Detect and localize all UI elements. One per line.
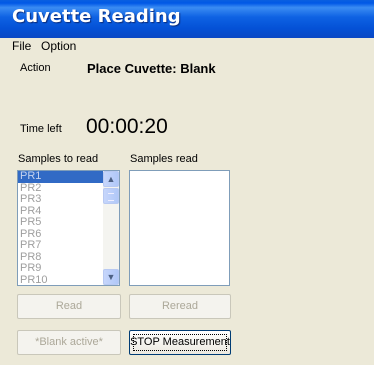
time-left-value: 00:00:20 [86,115,168,138]
list-item[interactable]: PR10 [18,274,104,285]
time-left-label: Time left [20,123,62,135]
read-button[interactable]: Read [17,294,121,319]
stop-measurement-button[interactable]: STOP Measurement [129,330,231,355]
arrow-down-icon[interactable]: ▼ [103,269,119,285]
window-title: Cuvette Reading [12,6,181,27]
blank-active-button[interactable]: *Blank active* [17,330,121,355]
menu-option[interactable]: Option [41,39,76,53]
cuvette-reading-window: Cuvette Reading File Option Action Place… [0,0,374,365]
arrow-up-icon[interactable]: ▲ [103,171,119,187]
samples-read-label: Samples read [130,153,198,165]
samples-read-list[interactable] [129,170,230,286]
focus-ring [133,334,227,351]
title-bar[interactable]: Cuvette Reading [0,0,374,38]
menu-file[interactable]: File [12,39,31,53]
menu-bar: File Option [0,38,374,54]
list-item[interactable]: PR1 [18,171,104,183]
reread-button[interactable]: Reread [129,294,231,319]
list-item[interactable]: PR7 [18,239,104,252]
action-label: Action [20,62,51,74]
list-item[interactable]: PR3 [18,193,104,206]
samples-to-read-scrollbar[interactable]: ▲ ▼ [103,171,119,285]
list-item[interactable]: PR9 [18,262,104,275]
samples-to-read-label: Samples to read [18,153,99,165]
samples-to-read-list[interactable]: PR1 PR2 PR3 PR4 PR5 PR6 PR7 PR8 PR9 PR10… [17,170,120,286]
action-value: Place Cuvette: Blank [87,61,216,76]
scrollbar-thumb[interactable] [103,188,119,204]
list-item[interactable]: PR5 [18,216,104,229]
